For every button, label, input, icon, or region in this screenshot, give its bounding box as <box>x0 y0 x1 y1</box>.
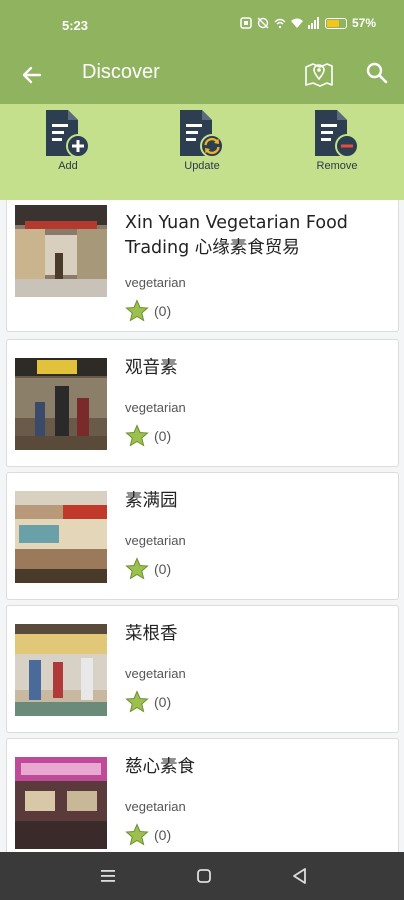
place-card[interactable]: 慈心素食 vegetarian (0) <box>6 738 399 852</box>
doc-update-icon <box>180 110 224 158</box>
back-arrow-icon[interactable] <box>18 60 48 90</box>
status-bar: 5:23 57% <box>0 0 404 46</box>
star-icon <box>125 690 149 713</box>
place-photo <box>15 358 107 450</box>
place-photo <box>15 757 107 849</box>
place-category: vegetarian <box>125 666 186 681</box>
add-button[interactable]: Add <box>28 108 108 188</box>
wifi-calling-icon <box>274 18 286 29</box>
place-name: 慈心素食 <box>125 757 195 777</box>
place-category: vegetarian <box>125 275 186 290</box>
battery-percent: 57% <box>351 16 376 30</box>
action-toolbar: Add Update Remove <box>0 104 404 200</box>
status-icons: 57% <box>240 16 376 30</box>
wifi-icon <box>290 18 303 28</box>
signal-icon <box>307 17 319 29</box>
place-photo <box>15 491 107 583</box>
place-card[interactable]: Xin Yuan Vegetarian Food Trading 心缘素食贸易 … <box>6 200 399 332</box>
place-card[interactable]: 素满园 vegetarian (0) <box>6 472 399 600</box>
star-icon <box>125 823 149 846</box>
rating-count: (0) <box>154 694 172 710</box>
add-label: Add <box>58 160 78 172</box>
nfc-icon <box>240 17 252 29</box>
doc-remove-icon <box>315 110 359 158</box>
home-icon[interactable] <box>192 864 216 888</box>
place-category: vegetarian <box>125 533 186 548</box>
rating-count: (0) <box>154 561 172 577</box>
alarm-off-icon <box>257 17 269 29</box>
remove-button[interactable]: Remove <box>297 108 377 188</box>
place-category: vegetarian <box>125 400 186 415</box>
update-button[interactable]: Update <box>162 108 242 188</box>
place-category: vegetarian <box>125 799 186 814</box>
place-photo <box>15 205 107 297</box>
rating: (0) <box>125 424 171 448</box>
remove-label: Remove <box>316 160 358 172</box>
doc-add-icon <box>46 110 90 158</box>
place-card[interactable]: 菜根香 vegetarian (0) <box>6 605 399 733</box>
rating-count: (0) <box>154 827 172 843</box>
battery-icon <box>324 17 347 29</box>
rating-count: (0) <box>154 428 172 444</box>
star-icon <box>125 424 149 447</box>
star-icon <box>125 299 149 322</box>
rating: (0) <box>125 557 171 581</box>
place-name: Xin Yuan Vegetarian Food Trading 心缘素食贸易 <box>125 213 348 258</box>
app-bar: Discover <box>0 46 404 104</box>
star-icon <box>125 557 149 580</box>
update-label: Update <box>184 160 220 172</box>
rating: (0) <box>125 823 171 847</box>
rating: (0) <box>125 299 171 323</box>
search-icon[interactable] <box>363 59 391 87</box>
place-card[interactable]: 观音素 vegetarian (0) <box>6 339 399 467</box>
place-name: 菜根香 <box>125 624 178 644</box>
rating-count: (0) <box>154 303 172 319</box>
status-time: 5:23 <box>62 18 89 33</box>
menu-icon[interactable] <box>96 864 120 888</box>
place-photo <box>15 624 107 716</box>
places-list[interactable]: Xin Yuan Vegetarian Food Trading 心缘素食贸易 … <box>0 200 404 852</box>
back-icon[interactable] <box>288 864 312 888</box>
place-name: 观音素 <box>125 358 178 378</box>
rating: (0) <box>125 690 171 714</box>
system-nav-bar <box>0 852 404 900</box>
place-name: 素满园 <box>125 491 178 511</box>
map-pin-icon[interactable] <box>303 58 335 90</box>
page-title: Discover <box>82 61 160 83</box>
